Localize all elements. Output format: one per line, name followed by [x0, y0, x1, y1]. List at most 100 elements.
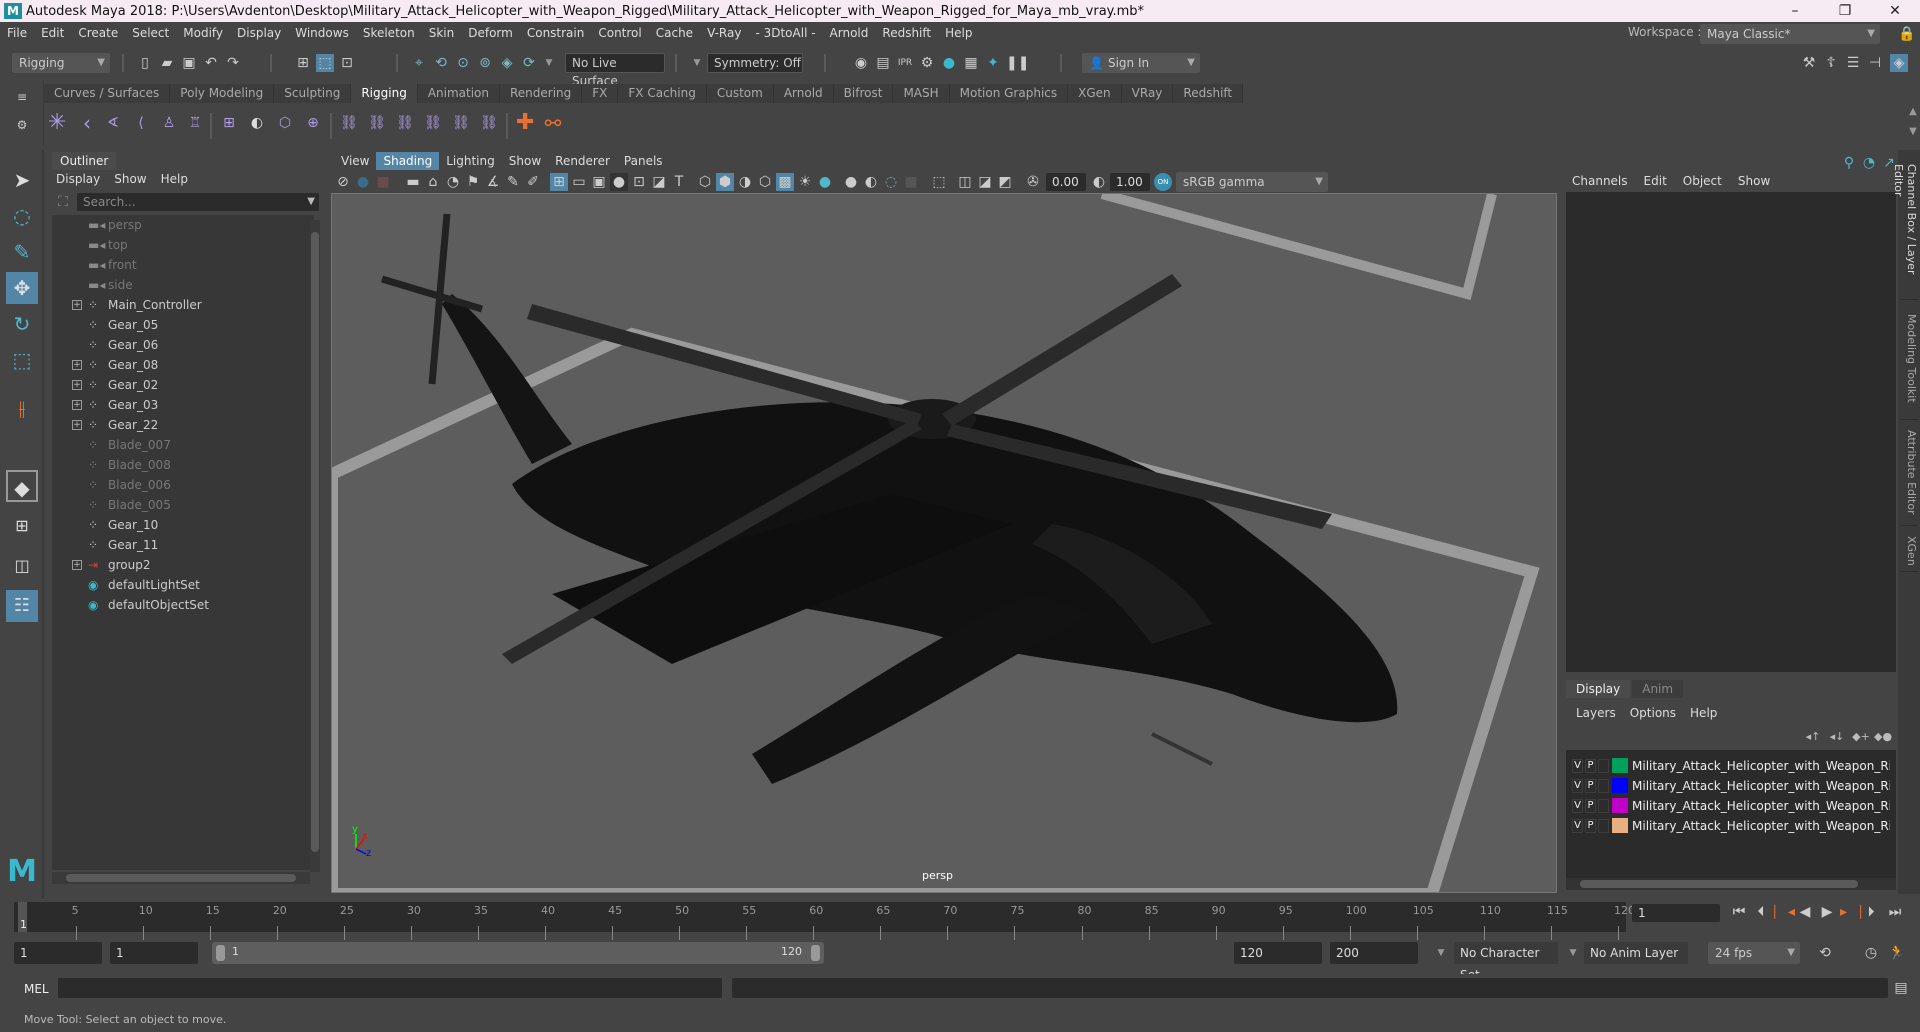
hypershade-icon[interactable]: ● [940, 54, 958, 72]
menu-control[interactable]: Control [591, 26, 648, 40]
outliner-menu-display[interactable]: Display [56, 172, 100, 186]
safe-title-icon[interactable]: T [670, 173, 688, 191]
expand-icon[interactable]: + [72, 420, 82, 430]
layer-horizontal-scrollbar[interactable] [1566, 878, 1896, 890]
playback-start-field[interactable]: 1 [110, 942, 198, 964]
attribute-editor-icon[interactable]: ☰ [1844, 54, 1862, 72]
menuset-dropdown[interactable]: Rigging ▼ [12, 53, 110, 73]
menu-v-ray[interactable]: V-Ray [700, 26, 748, 40]
grid-toggle-icon[interactable]: ✐ [524, 173, 542, 191]
outliner-item[interactable]: ▬◂ top [52, 235, 302, 255]
viewport-menu-renderer[interactable]: Renderer [548, 152, 617, 170]
manipulator-icon[interactable]: ⚲ [1840, 154, 1858, 172]
save-scene-icon[interactable]: ▣ [180, 54, 198, 72]
menu-skeleton[interactable]: Skeleton [356, 26, 422, 40]
outliner-item[interactable]: ▬◂ side [52, 275, 302, 295]
outliner-item[interactable]: ◉ defaultLightSet [52, 575, 302, 595]
shelf-tab-fx[interactable]: FX [582, 84, 619, 103]
playback-end-field[interactable]: 120 [1234, 942, 1322, 964]
menu-windows[interactable]: Windows [288, 26, 356, 40]
menu-skin[interactable]: Skin [422, 26, 462, 40]
ik-spline-icon[interactable]: ⟨ [132, 114, 150, 132]
close-button[interactable]: ✕ [1872, 0, 1918, 22]
snap-live-icon[interactable]: ◈ [498, 54, 516, 72]
outliner-horizontal-scrollbar[interactable] [52, 872, 310, 884]
go-to-start-icon[interactable]: ⏮ [1730, 903, 1748, 921]
timeline-track[interactable]: 1 5 10 15 20 25 30 35 40 45 50 55 60 65 70 75 80 85 90 95 1… [14, 902, 1635, 940]
reference-toggle[interactable] [1598, 819, 1609, 833]
layer-color-swatch[interactable] [1612, 818, 1628, 833]
bookmark-flag-icon[interactable]: ⚑ [464, 173, 482, 191]
channels-menu[interactable]: Channels [1572, 174, 1628, 188]
xray-icon[interactable]: ◫ [956, 173, 974, 191]
menu-edit[interactable]: Edit [34, 26, 71, 40]
shelf-tab-animation[interactable]: Animation [417, 84, 500, 103]
layer-row[interactable]: V P Military_Attack_Helicopter_with_Weapon… [1570, 756, 1890, 776]
reference-toggle[interactable] [1598, 759, 1609, 773]
isolate-select-icon[interactable]: ⬚ [930, 173, 948, 191]
shelf-tab-fx-caching[interactable]: FX Caching [618, 84, 707, 103]
select-camera-icon[interactable]: ⊘ [334, 173, 352, 191]
pause-viewport-icon[interactable]: ❚❚ [1006, 54, 1029, 72]
orient-constraint-icon[interactable]: ⛓ [396, 114, 414, 132]
two-view-layout-icon[interactable]: ◫ [6, 550, 38, 582]
anti-aliasing-icon[interactable]: ◌ [882, 173, 900, 191]
outliner-item[interactable]: ⁘ Blade_006 [52, 475, 302, 495]
tab-modeling-toolkit[interactable]: Modeling Toolkit [1900, 310, 1918, 420]
bookmark-icon[interactable]: ■ [374, 173, 392, 191]
shelf-tab-xgen[interactable]: XGen [1068, 84, 1122, 103]
outliner-layout-icon[interactable]: ☷ [6, 590, 38, 622]
shelf-tab-sculpting[interactable]: Sculpting [274, 84, 352, 103]
menu-select[interactable]: Select [125, 26, 176, 40]
loop-icon[interactable]: ⟲ [1816, 944, 1834, 962]
pole-vector-constraint-icon[interactable]: ⛓ [480, 114, 498, 132]
anim-layer-field[interactable]: No Anim Layer [1584, 942, 1688, 964]
playback-toggle[interactable]: P [1585, 799, 1596, 813]
go-to-end-icon[interactable]: ⏭ [1886, 903, 1904, 921]
tab-attribute-editor[interactable]: Attribute Editor [1900, 426, 1918, 526]
new-layer-selected-icon[interactable]: ◆● [1874, 728, 1892, 746]
speed-icon[interactable]: ◔ [1860, 154, 1878, 172]
motion-blur-icon[interactable]: ◐ [862, 173, 880, 191]
snap-curve-icon[interactable]: ⟲ [432, 54, 450, 72]
open-scene-icon[interactable]: ▰ [158, 54, 176, 72]
light-editor-icon[interactable]: ✦ [984, 54, 1002, 72]
snap-projected-icon[interactable]: ⟳ [520, 54, 538, 72]
outliner-item[interactable]: ⁘ Gear_06 [52, 335, 302, 355]
shelf-settings-icon[interactable]: ⚙ [13, 116, 31, 134]
scale-constraint-icon[interactable]: ⛓ [424, 114, 442, 132]
tab-channel-box-layer-editor[interactable]: Channel Box / Layer Editor [1892, 160, 1918, 300]
step-back-frame-icon[interactable]: ⎸◂ [1774, 903, 1795, 921]
gamma-icon[interactable]: ◐ [1090, 173, 1108, 191]
xray-joints-icon[interactable]: ◪ [976, 173, 994, 191]
outliner-menu-help[interactable]: Help [161, 172, 188, 186]
xray-components-icon[interactable]: ◩ [996, 173, 1014, 191]
live-surface-field[interactable]: No Live Surface [565, 53, 665, 88]
scroll-thumb[interactable] [1580, 880, 1858, 888]
modeling-toolkit-icon[interactable]: ⚒ [1800, 54, 1818, 72]
chevron-down-icon[interactable]: ▼ [540, 54, 558, 72]
paint-weights-icon[interactable]: ◐ [248, 114, 266, 132]
options-menu[interactable]: Options [1630, 706, 1676, 720]
outliner-item[interactable]: + ⁘ Gear_22 [52, 415, 302, 435]
scroll-thumb[interactable] [311, 232, 319, 852]
playback-toggle[interactable]: P [1585, 779, 1596, 793]
wireframe-icon[interactable]: ⬡ [696, 173, 714, 191]
menu-constrain[interactable]: Constrain [520, 26, 592, 40]
expand-icon[interactable]: + [72, 300, 82, 310]
character-set-field[interactable]: No Character Set [1454, 942, 1558, 982]
gate-mask-icon[interactable]: ● [610, 173, 628, 191]
play-forwards-icon[interactable]: ▶ [1818, 903, 1836, 921]
lock-icon[interactable]: 🔒 [1898, 25, 1916, 43]
script-editor-icon[interactable]: ▤ [1892, 979, 1910, 997]
layer-row[interactable]: V P Military_Attack_Helicopter_with_Weapon… [1570, 776, 1890, 796]
last-tool-icon[interactable]: ⫲ [6, 392, 38, 424]
safe-action-icon[interactable]: ◪ [650, 173, 668, 191]
menu-modify[interactable]: Modify [176, 26, 230, 40]
lock-camera-icon[interactable]: ▬ [404, 173, 422, 191]
aim-constraint-icon[interactable]: ⛓ [452, 114, 470, 132]
workspace-dropdown[interactable]: Maya Classic* ▼ [1700, 24, 1880, 44]
outliner-search-input[interactable]: Search... ▼ [77, 193, 319, 211]
reference-toggle[interactable] [1598, 799, 1609, 813]
viewport-menu-lighting[interactable]: Lighting [439, 152, 502, 170]
